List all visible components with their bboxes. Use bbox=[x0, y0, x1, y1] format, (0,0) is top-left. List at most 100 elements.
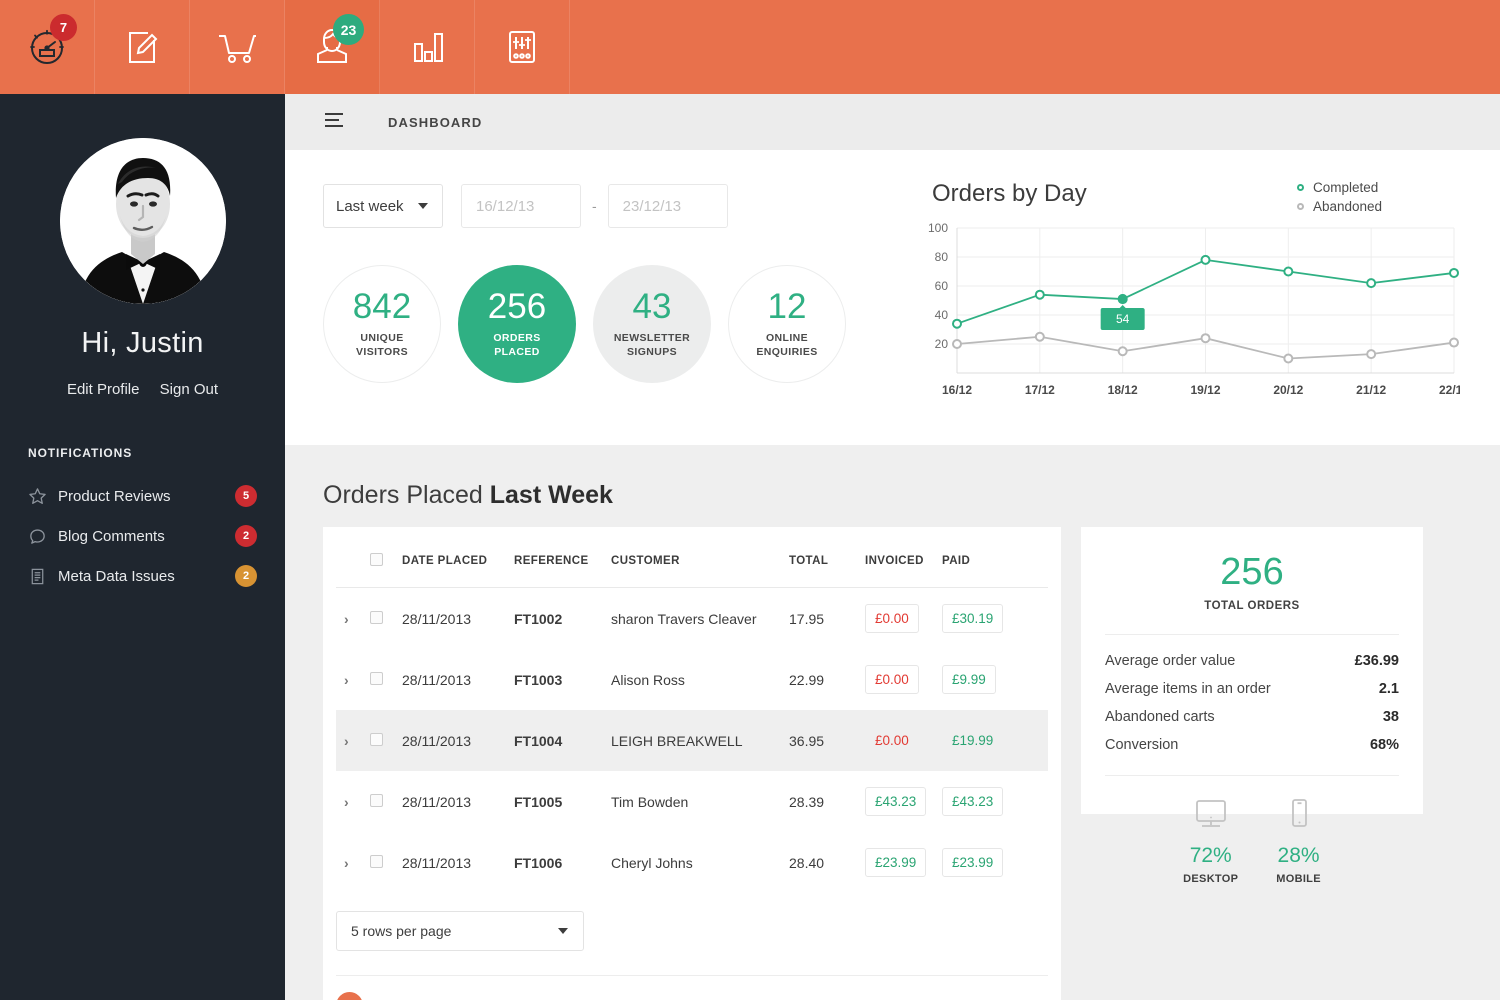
date-range-select[interactable]: Last week bbox=[323, 184, 443, 228]
device-percent: 28% bbox=[1277, 844, 1320, 867]
th-invoiced[interactable]: INVOICED bbox=[865, 527, 942, 588]
cell-customer: Cheryl Johns bbox=[611, 854, 693, 871]
rows-per-page-select[interactable]: 5 rows per page bbox=[336, 911, 584, 951]
cell-customer: Alison Ross bbox=[611, 671, 685, 688]
svg-text:80: 80 bbox=[935, 250, 949, 264]
th-select-all bbox=[370, 527, 402, 588]
svg-text:100: 100 bbox=[928, 221, 948, 235]
row-expand-chevron-icon[interactable]: › bbox=[336, 771, 370, 832]
page-7-button[interactable]: 7 bbox=[552, 992, 579, 1000]
th-paid[interactable]: PAID bbox=[942, 527, 1048, 588]
table-row[interactable]: › 28/11/2013 FT1003 Alison Ross 22.99 £0.00 £9… bbox=[336, 649, 1048, 710]
row-checkbox[interactable] bbox=[370, 793, 383, 807]
date-to-input[interactable] bbox=[607, 184, 728, 228]
th-customer[interactable]: CUSTOMER bbox=[611, 527, 789, 588]
notification-label: Product Reviews bbox=[58, 487, 171, 505]
top-navigation-bar: 7 23 bbox=[0, 0, 1500, 94]
date-from-input[interactable] bbox=[461, 184, 581, 228]
row-expand-chevron-icon[interactable]: › bbox=[336, 649, 370, 710]
edit-profile-link[interactable]: Edit Profile bbox=[67, 381, 140, 398]
row-checkbox[interactable] bbox=[370, 671, 383, 685]
notification-badge: 5 bbox=[235, 485, 257, 507]
overview-panel: Last week - 842 UNIQUE VISITORS 256 ORDER… bbox=[285, 150, 1500, 445]
tab-dashboard[interactable]: 7 bbox=[0, 0, 95, 94]
summary-row-value: 68% bbox=[1369, 737, 1399, 753]
table-row[interactable]: › 28/11/2013 FT1002 sharon Travers Cleaver 1… bbox=[336, 588, 1048, 650]
cell-total: 36.95 bbox=[789, 732, 825, 749]
sign-out-link[interactable]: Sign Out bbox=[160, 381, 218, 398]
page-6-button[interactable]: 6 bbox=[516, 992, 543, 1000]
notifications-list: Product Reviews 5 Blog Comments 2 Meta D… bbox=[0, 476, 285, 596]
orders-table-card: DATE PLACED REFERENCE CUSTOMER TOTAL INV… bbox=[323, 527, 1061, 1000]
svg-text:21/12: 21/12 bbox=[1356, 383, 1386, 397]
stat-value: 12 bbox=[767, 286, 807, 326]
hamburger-menu-icon[interactable] bbox=[325, 113, 343, 131]
th-total[interactable]: TOTAL bbox=[789, 527, 865, 588]
stat-newsletter-signups[interactable]: 43 NEWSLETTER SIGNUPS bbox=[593, 265, 711, 383]
cell-total: 28.40 bbox=[789, 854, 825, 871]
stat-online-enquiries[interactable]: 12 ONLINE ENQUIRIES bbox=[728, 265, 846, 383]
table-row[interactable]: › 28/11/2013 FT1006 Cheryl Johns 28.40 £23.99… bbox=[336, 832, 1048, 893]
notification-blog-comments[interactable]: Blog Comments 2 bbox=[0, 516, 285, 556]
row-checkbox-cell bbox=[370, 649, 402, 710]
chart-legend: Completed Abandoned bbox=[1297, 178, 1382, 216]
notification-label: Blog Comments bbox=[58, 527, 165, 545]
device-mobile: 28% MOBILE bbox=[1276, 798, 1321, 885]
cell-reference: FT1004 bbox=[514, 732, 563, 749]
row-expand-chevron-icon[interactable]: › bbox=[336, 588, 370, 650]
chevron-down-icon bbox=[418, 203, 428, 209]
tab-customers[interactable]: 23 bbox=[285, 0, 380, 94]
profile-links: Edit Profile Sign Out bbox=[0, 381, 285, 398]
breadcrumb: DASHBOARD bbox=[388, 114, 483, 130]
cell-reference: FT1006 bbox=[514, 854, 563, 871]
notification-label: Meta Data Issues bbox=[58, 567, 175, 585]
summary-row-value: £36.99 bbox=[1354, 653, 1399, 669]
orders-by-day-chart: 20 40 60 80 100 16/12 17/12 18/12 19/12 20/12 21/1… bbox=[928, 221, 1460, 397]
page-2-button[interactable]: 2 bbox=[372, 992, 399, 1000]
row-checkbox-cell bbox=[370, 710, 402, 771]
select-all-checkbox[interactable] bbox=[370, 553, 383, 566]
orders-table-body: › 28/11/2013 FT1002 sharon Travers Cleaver 1… bbox=[336, 588, 1048, 894]
cell-date-placed: 28/11/2013 bbox=[402, 610, 472, 627]
row-checkbox[interactable] bbox=[370, 610, 383, 624]
page-1-button[interactable]: 1 bbox=[336, 992, 363, 1000]
tab-dashboard-badge: 7 bbox=[50, 14, 77, 41]
row-checkbox[interactable] bbox=[370, 854, 383, 868]
tab-content[interactable] bbox=[95, 0, 190, 94]
row-checkbox[interactable] bbox=[370, 732, 383, 746]
cell-date-placed: 28/11/2013 bbox=[402, 671, 472, 688]
th-date-placed[interactable]: DATE PLACED bbox=[402, 527, 514, 588]
cell-paid: £9.99 bbox=[942, 649, 1048, 710]
notification-product-reviews[interactable]: Product Reviews 5 bbox=[0, 476, 285, 516]
invoiced-badge: £43.23 bbox=[865, 787, 927, 816]
svg-text:19/12: 19/12 bbox=[1190, 383, 1220, 397]
avatar-photo bbox=[59, 138, 226, 304]
tab-orders[interactable] bbox=[190, 0, 285, 94]
stat-value: 842 bbox=[352, 286, 412, 326]
stat-value: 43 bbox=[632, 286, 672, 326]
row-expand-chevron-icon[interactable]: › bbox=[336, 832, 370, 893]
page-5-button[interactable]: 5 bbox=[480, 992, 507, 1000]
cell-paid: £19.99 bbox=[942, 710, 1048, 771]
date-range-separator: - bbox=[592, 198, 597, 214]
date-range-value: Last week bbox=[336, 197, 404, 215]
cell-reference: FT1005 bbox=[514, 793, 563, 810]
invoiced-badge: £0.00 bbox=[865, 604, 919, 633]
cell-customer: sharon Travers Cleaver bbox=[611, 610, 757, 627]
cell-paid: £30.19 bbox=[942, 588, 1048, 650]
th-reference[interactable]: REFERENCE bbox=[514, 527, 611, 588]
stat-orders-placed[interactable]: 256 ORDERS PLACED bbox=[458, 265, 576, 383]
table-row[interactable]: › 28/11/2013 FT1004 LEIGH BREAKWELL 36.95 £0.… bbox=[336, 710, 1048, 771]
filters-row: Last week - bbox=[323, 184, 728, 228]
stat-unique-visitors[interactable]: 842 UNIQUE VISITORS bbox=[323, 265, 441, 383]
table-row[interactable]: › 28/11/2013 FT1005 Tim Bowden 28.39 £43.23 £4… bbox=[336, 771, 1048, 832]
page-4-button[interactable]: 4 bbox=[444, 992, 471, 1000]
page-3-button[interactable]: 3 bbox=[408, 992, 435, 1000]
row-expand-chevron-icon[interactable]: › bbox=[336, 710, 370, 771]
stat-value: 256 bbox=[487, 286, 547, 326]
notification-meta-data-issues[interactable]: Meta Data Issues 2 bbox=[0, 556, 285, 596]
stat-circles: 842 UNIQUE VISITORS 256 ORDERS PLACED 43 N… bbox=[323, 265, 863, 383]
tab-settings[interactable] bbox=[475, 0, 570, 94]
section-title-light: Orders Placed bbox=[323, 481, 490, 509]
tab-reports[interactable] bbox=[380, 0, 475, 94]
